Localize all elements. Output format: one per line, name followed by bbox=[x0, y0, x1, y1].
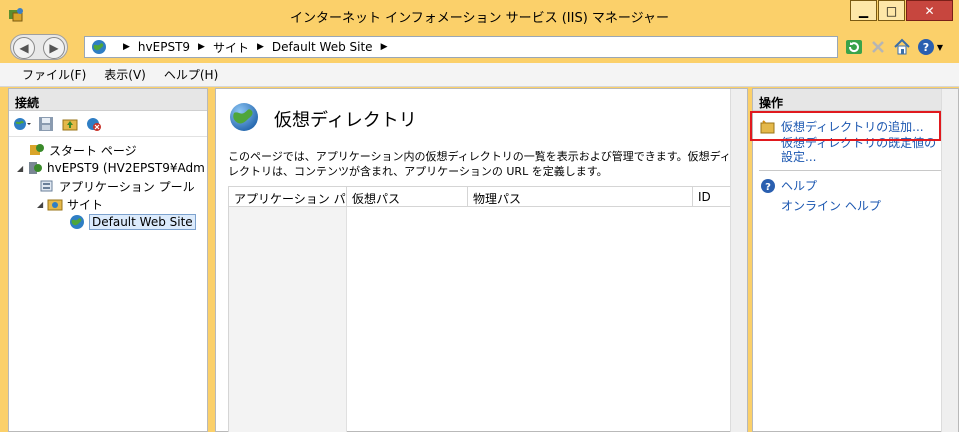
tree-item-start-page[interactable]: スタート ページ bbox=[9, 141, 207, 159]
chevron-right-icon[interactable]: ▶ bbox=[123, 42, 130, 52]
nav-buttons: ◀ ▶ bbox=[10, 34, 68, 60]
list-grouping-column bbox=[229, 207, 347, 432]
divider bbox=[759, 170, 948, 171]
collapse-icon[interactable]: ◢ bbox=[17, 164, 27, 173]
forward-button[interactable]: ▶ bbox=[43, 37, 65, 59]
up-folder-icon[interactable] bbox=[61, 115, 79, 133]
app-pool-icon bbox=[39, 178, 55, 194]
content-pane: 仮想ディレクトリ このページでは、アプリケーション内の仮想ディレクトリの一覧を表… bbox=[215, 88, 748, 432]
globe-icon bbox=[69, 214, 85, 230]
close-button[interactable]: ✕ bbox=[906, 0, 953, 21]
help-icon: ? bbox=[759, 177, 777, 195]
back-button[interactable]: ◀ bbox=[13, 37, 35, 59]
tree-item-default-web-site[interactable]: Default Web Site bbox=[9, 213, 207, 231]
stop-icon[interactable] bbox=[868, 37, 888, 57]
start-page-icon bbox=[29, 142, 45, 158]
scrollbar[interactable] bbox=[941, 89, 958, 432]
sites-folder-icon bbox=[47, 196, 63, 212]
globe-icon bbox=[91, 39, 107, 55]
refresh-icon[interactable] bbox=[844, 37, 864, 57]
maximize-button[interactable]: □ bbox=[878, 0, 905, 21]
action-help[interactable]: ? ヘルプ bbox=[753, 177, 958, 197]
breadcrumb-sites[interactable]: サイト bbox=[213, 39, 249, 56]
chevron-right-icon[interactable]: ▶ bbox=[257, 42, 264, 52]
column-virtual-path[interactable]: 仮想パス bbox=[347, 187, 468, 206]
menu-bar: ファイル(F) 表示(V) ヘルプ(H) bbox=[0, 63, 959, 87]
address-bar[interactable]: ▶ hvEPST9 ▶ サイト ▶ Default Web Site ▶ bbox=[84, 36, 838, 58]
minimize-button[interactable]: ▁ bbox=[850, 0, 877, 21]
disconnect-icon[interactable] bbox=[85, 115, 103, 133]
column-application-path[interactable]: アプリケーション パス bbox=[229, 187, 347, 223]
connections-header: 接続 bbox=[9, 89, 207, 111]
address-row: ◀ ▶ ▶ hvEPST9 ▶ サイト ▶ Default Web Site ▶… bbox=[0, 31, 959, 63]
window-title: インターネット インフォメーション サービス (IIS) マネージャー bbox=[289, 11, 670, 26]
tree-item-app-pools[interactable]: アプリケーション プール bbox=[9, 177, 207, 195]
tree-item-sites[interactable]: ◢ サイト bbox=[9, 195, 207, 213]
menu-help[interactable]: ヘルプ(H) bbox=[164, 66, 218, 83]
connections-toolbar bbox=[9, 111, 207, 137]
highlight-box bbox=[750, 111, 941, 141]
virtual-directory-list[interactable]: アプリケーション パス 仮想パス 物理パス ID bbox=[228, 186, 734, 432]
save-icon[interactable] bbox=[37, 115, 55, 133]
list-header: アプリケーション パス 仮想パス 物理パス ID bbox=[229, 187, 733, 223]
connections-tree: スタート ページ ◢ hvEPST9 (HV2EPST9¥Adm アプリケーショ… bbox=[9, 137, 207, 231]
connections-pane: 接続 スタート ページ ◢ hvEPST9 (HV2EPST9¥Adm アプリケ… bbox=[8, 88, 208, 432]
chevron-right-icon[interactable]: ▶ bbox=[198, 42, 205, 52]
breadcrumb-site[interactable]: Default Web Site bbox=[272, 40, 373, 54]
title-bar: インターネット インフォメーション サービス (IIS) マネージャー ▁ □ … bbox=[0, 0, 959, 31]
svg-text:?: ? bbox=[923, 41, 929, 54]
help-icon[interactable]: ? ▼ bbox=[916, 37, 944, 57]
globe-icon bbox=[228, 101, 260, 136]
page-title: 仮想ディレクトリ bbox=[274, 109, 417, 131]
action-online-help[interactable]: オンライン ヘルプ bbox=[753, 197, 958, 215]
menu-file[interactable]: ファイル(F) bbox=[22, 66, 86, 83]
server-icon bbox=[27, 160, 43, 176]
tree-item-server[interactable]: ◢ hvEPST9 (HV2EPST9¥Adm bbox=[9, 159, 207, 177]
actions-header: 操作 bbox=[753, 89, 958, 111]
menu-view[interactable]: 表示(V) bbox=[104, 66, 146, 83]
breadcrumb-server[interactable]: hvEPST9 bbox=[138, 40, 190, 54]
column-id[interactable]: ID bbox=[693, 187, 733, 206]
connect-icon[interactable] bbox=[13, 115, 31, 133]
collapse-icon[interactable]: ◢ bbox=[37, 200, 47, 209]
page-description: このページでは、アプリケーション内の仮想ディレクトリの一覧を表示および管理できま… bbox=[228, 150, 731, 178]
home-icon[interactable] bbox=[892, 37, 912, 57]
scrollbar[interactable] bbox=[730, 89, 747, 432]
svg-text:?: ? bbox=[765, 182, 771, 193]
column-physical-path[interactable]: 物理パス bbox=[468, 187, 693, 206]
chevron-right-icon[interactable]: ▶ bbox=[381, 42, 388, 52]
